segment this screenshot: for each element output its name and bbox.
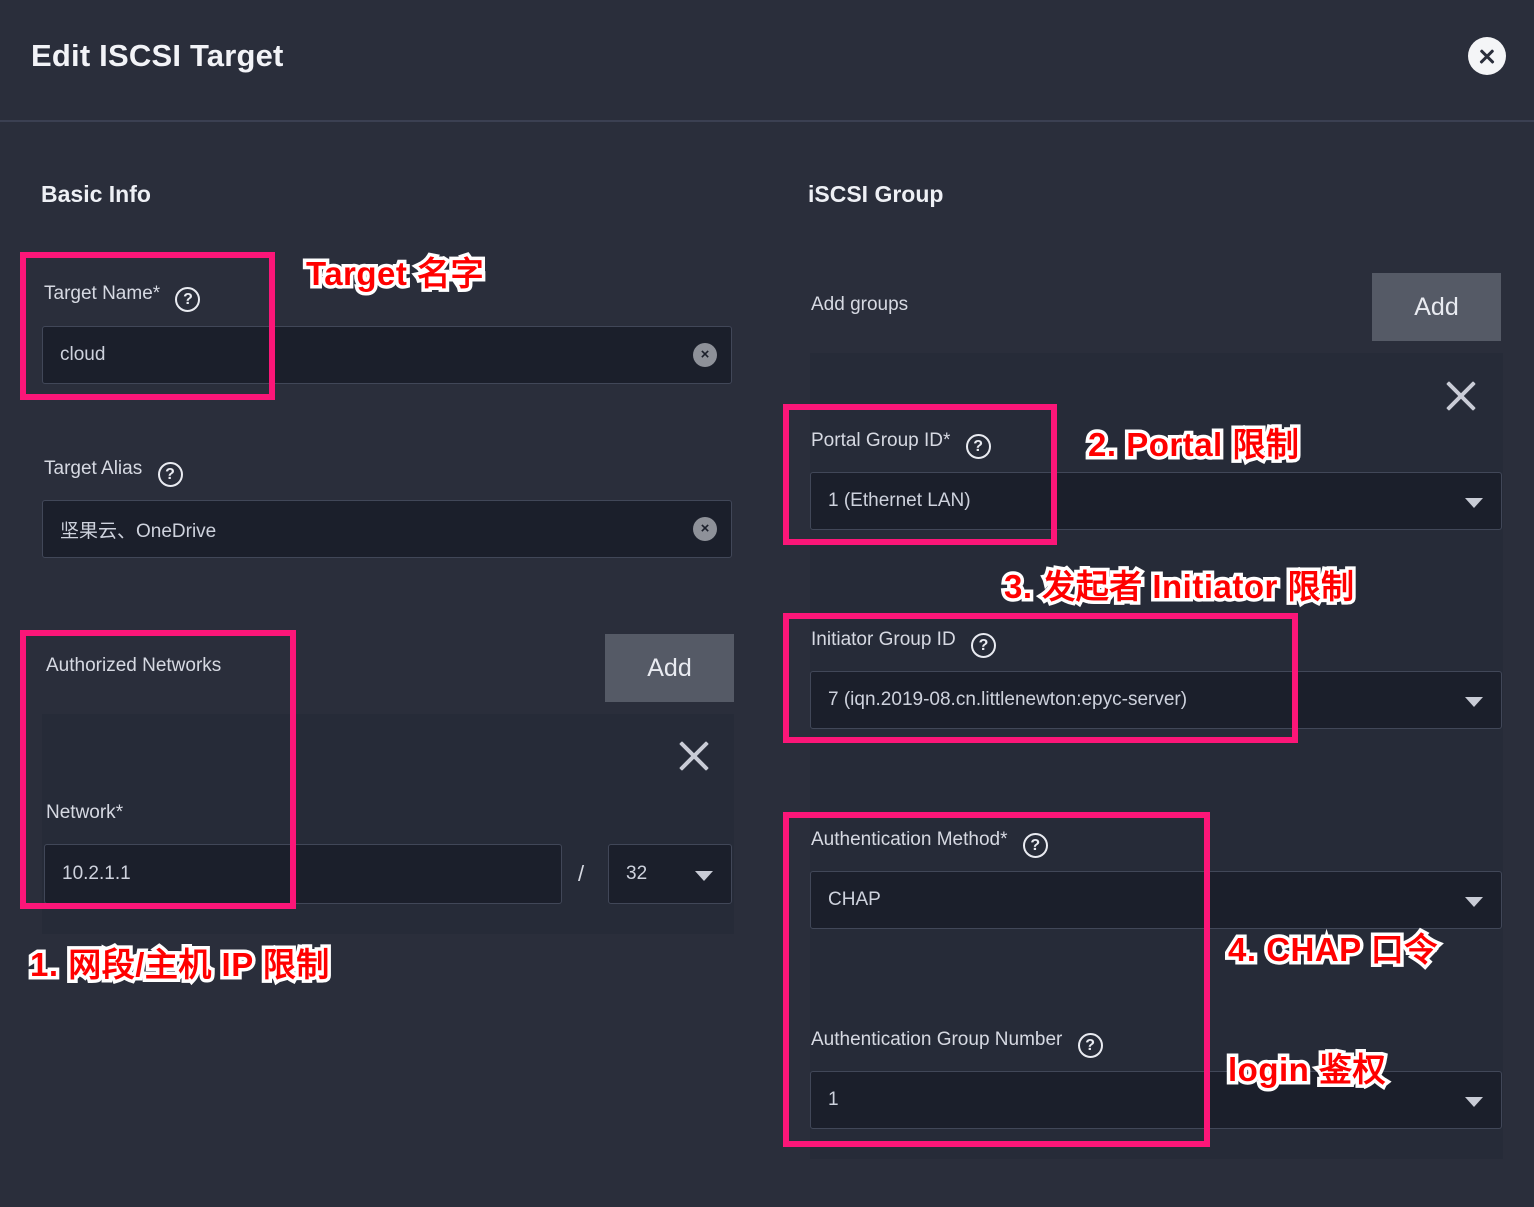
authentication-group-number-label-text: Authentication Group Number bbox=[811, 1029, 1063, 1050]
target-alias-label-text: Target Alias bbox=[44, 458, 143, 479]
cidr-separator: / bbox=[578, 861, 585, 886]
annotation-login: login 鉴权 bbox=[1225, 1048, 1389, 1092]
add-network-button[interactable]: Add bbox=[605, 634, 734, 702]
page-title: Edit ISCSI Target bbox=[31, 38, 284, 73]
initiator-group-id-value: 7 (iqn.2019-08.cn.littlenewton:epyc-serv… bbox=[828, 689, 1188, 710]
remove-group-icon[interactable] bbox=[1442, 377, 1480, 415]
add-groups-label: Add groups bbox=[811, 294, 909, 315]
network-prefix-value: 32 bbox=[626, 863, 648, 884]
target-alias-input[interactable]: 坚果云、OneDrive × bbox=[42, 500, 732, 558]
initiator-group-id-select[interactable]: 7 (iqn.2019-08.cn.littlenewton:epyc-serv… bbox=[810, 671, 1502, 729]
target-name-value: cloud bbox=[60, 344, 106, 365]
chevron-down-icon[interactable] bbox=[1465, 897, 1483, 907]
annotation-portal: 2. Portal 限制 bbox=[1084, 423, 1302, 467]
annotation-initiator: 3. 发起者 Initiator 限制 bbox=[1001, 565, 1358, 609]
network-required: * bbox=[115, 802, 124, 823]
network-address-input[interactable]: 10.2.1.1 bbox=[44, 844, 562, 904]
help-icon[interactable]: ? bbox=[1077, 1033, 1103, 1058]
chevron-down-icon[interactable] bbox=[1465, 1097, 1483, 1107]
portal-group-id-select[interactable]: 1 (Ethernet LAN) bbox=[810, 472, 1502, 530]
authorized-networks-label: Authorized Networks bbox=[46, 655, 222, 676]
annotation-target-name: Target 名字 bbox=[302, 252, 487, 296]
target-alias-value: 坚果云、OneDrive bbox=[60, 520, 217, 542]
portal-group-id-required: * bbox=[943, 430, 951, 451]
iscsi-group-heading: iSCSI Group bbox=[808, 181, 944, 207]
authentication-group-number-select[interactable]: 1 bbox=[810, 1071, 1502, 1129]
help-icon[interactable]: ? bbox=[965, 434, 991, 459]
chevron-down-icon[interactable] bbox=[1465, 697, 1483, 707]
help-icon[interactable]: ? bbox=[970, 633, 996, 658]
target-name-label-text: Target Name bbox=[44, 283, 153, 304]
chevron-down-icon[interactable] bbox=[1465, 498, 1483, 508]
network-address-value: 10.2.1.1 bbox=[62, 863, 131, 884]
target-name-label: Target Name* ? bbox=[44, 283, 201, 312]
help-icon[interactable]: ? bbox=[1022, 833, 1048, 858]
annotation-network: 1. 网段/主机 IP 限制 bbox=[27, 943, 333, 987]
annotation-chap: 4. CHAP 口令 bbox=[1225, 928, 1441, 972]
target-alias-label: Target Alias ? bbox=[44, 458, 183, 487]
portal-group-id-label: Portal Group ID* ? bbox=[811, 430, 991, 459]
basic-info-heading: Basic Info bbox=[41, 181, 151, 207]
authentication-method-select[interactable]: CHAP bbox=[810, 871, 1502, 929]
dialog-header: Edit ISCSI Target bbox=[0, 0, 1534, 122]
authentication-method-label-text: Authentication Method bbox=[811, 829, 1001, 850]
chevron-down-icon[interactable] bbox=[695, 871, 713, 881]
authentication-method-required: * bbox=[1000, 829, 1008, 850]
target-name-input[interactable]: cloud × bbox=[42, 326, 732, 384]
network-prefix-select[interactable]: 32 bbox=[608, 844, 732, 904]
network-label-text: Network bbox=[46, 802, 116, 823]
help-icon[interactable]: ? bbox=[157, 462, 183, 487]
network-label: Network* bbox=[46, 802, 123, 824]
clear-icon[interactable]: × bbox=[693, 517, 717, 541]
initiator-group-id-label: Initiator Group ID ? bbox=[811, 629, 996, 658]
remove-network-icon[interactable] bbox=[675, 737, 713, 775]
initiator-group-id-label-text: Initiator Group ID bbox=[811, 629, 956, 650]
authentication-method-label: Authentication Method* ? bbox=[811, 829, 1048, 858]
portal-group-id-label-text: Portal Group ID bbox=[811, 430, 943, 451]
close-icon[interactable] bbox=[1468, 37, 1506, 75]
authentication-group-number-label: Authentication Group Number ? bbox=[811, 1029, 1103, 1058]
target-name-required: * bbox=[152, 283, 161, 304]
portal-group-id-value: 1 (Ethernet LAN) bbox=[828, 490, 971, 511]
authentication-method-value: CHAP bbox=[828, 889, 881, 910]
add-group-button[interactable]: Add bbox=[1372, 273, 1501, 341]
edit-iscsi-target-dialog: Edit ISCSI Target Basic Info Target Name… bbox=[0, 0, 1534, 1207]
clear-icon[interactable]: × bbox=[693, 343, 717, 367]
authentication-group-number-value: 1 bbox=[828, 1089, 839, 1110]
help-icon[interactable]: ? bbox=[175, 287, 201, 312]
